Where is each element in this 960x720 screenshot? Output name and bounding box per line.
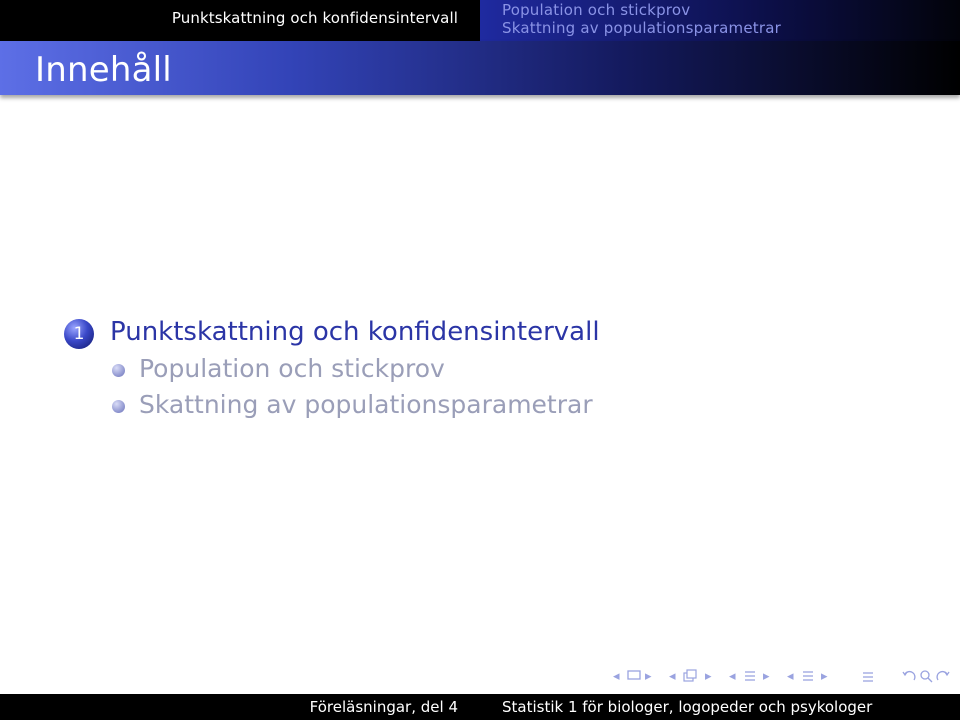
bullet-ball-icon [112, 400, 125, 413]
next-subsection-arrow-icon[interactable]: ▸ [705, 669, 712, 684]
prev-section-arrow-icon[interactable]: ◂ [729, 669, 736, 684]
navigation-symbols: ◂ ▸ ◂ ▸ ◂ ▸ ◂ ▸ [605, 669, 955, 689]
footline-title: Föreläsningar, del 4 [309, 698, 458, 716]
footline-course: Statistik 1 för biologer, logopeder och … [502, 698, 873, 716]
next-appendix-arrow-icon[interactable]: ▸ [821, 669, 828, 684]
forward-icon[interactable] [935, 669, 951, 687]
next-section-arrow-icon[interactable]: ▸ [763, 669, 770, 684]
prev-subsection-arrow-icon[interactable]: ◂ [669, 669, 676, 684]
back-icon[interactable] [901, 669, 917, 687]
prev-appendix-arrow-icon[interactable]: ◂ [787, 669, 794, 684]
footline-left: Föreläsningar, del 4 [0, 694, 480, 720]
section-number-ball-icon: 1 [64, 319, 94, 349]
document-icon[interactable] [801, 669, 815, 687]
frame-icon[interactable] [627, 669, 641, 685]
section-icon[interactable] [743, 669, 757, 687]
align-icon[interactable] [861, 669, 875, 687]
footline-right: Statistik 1 för biologer, logopeder och … [480, 694, 960, 720]
footline-bar: Föreläsningar, del 4 Statistik 1 för bio… [0, 694, 960, 720]
prev-frame-arrow-icon[interactable]: ◂ [613, 669, 620, 684]
table-of-contents: 1 Punktskattning och konfidensintervall … [0, 0, 960, 720]
toc-subsection-title[interactable]: Skattning av populationsparametrar [139, 390, 593, 419]
toc-section-title[interactable]: Punktskattning och konfidensintervall [110, 317, 600, 347]
toc-subsection-title[interactable]: Population och stickprov [139, 354, 445, 383]
bullet-ball-icon [112, 364, 125, 377]
subsection-icon[interactable] [683, 669, 699, 687]
search-icon[interactable] [919, 669, 933, 687]
next-frame-arrow-icon[interactable]: ▸ [645, 669, 652, 684]
